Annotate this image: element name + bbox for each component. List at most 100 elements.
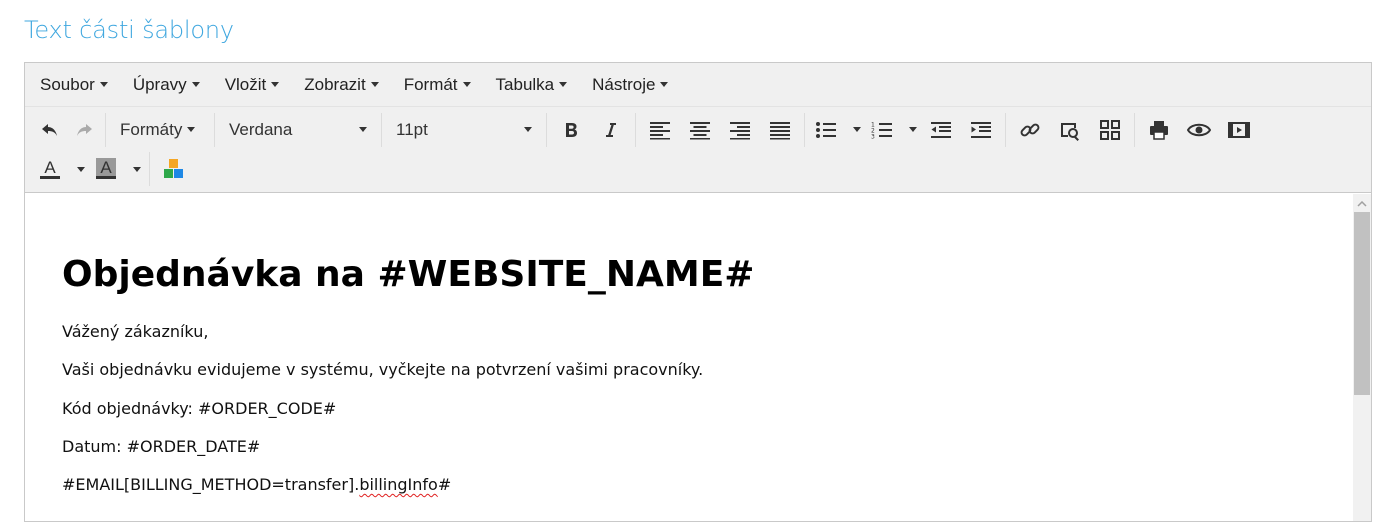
indent-button[interactable] — [961, 113, 1001, 147]
menu-upravy[interactable]: Úpravy — [124, 75, 209, 95]
section-title: Text části šablony — [24, 16, 234, 44]
outdent-button[interactable] — [921, 113, 961, 147]
paragraph-order-code: Kód objednávky: #ORDER_CODE# — [62, 399, 337, 418]
menu-soubor[interactable]: Soubor — [31, 75, 117, 95]
content-heading: Objednávka na #WEBSITE_NAME# — [62, 254, 755, 295]
redo-icon — [77, 123, 92, 136]
background-color-button[interactable]: A — [89, 152, 123, 186]
menu-nastroje-label: Nástroje — [592, 74, 656, 94]
align-justify-icon — [770, 121, 790, 139]
template-grid-icon — [1100, 119, 1120, 140]
paragraph-order-date: Datum: #ORDER_DATE# — [62, 437, 261, 456]
redo-button[interactable] — [67, 113, 101, 147]
paragraph-email-placeholder: #EMAIL[BILLING_METHOD=transfer].billingI… — [62, 475, 451, 494]
toolbar-separator — [546, 112, 547, 147]
align-left-button[interactable] — [640, 113, 680, 147]
misspelled-word: billingInfo — [359, 475, 438, 494]
editor-menubar: Soubor Úpravy Vložit Zobrazit Formát Tab… — [25, 63, 1371, 107]
text-color-options[interactable] — [67, 152, 89, 186]
chevron-down-icon — [524, 127, 532, 132]
printer-icon — [1150, 120, 1168, 140]
menu-tabulka-label: Tabulka — [495, 74, 555, 94]
menu-tabulka[interactable]: Tabulka — [487, 75, 577, 95]
menu-zobrazit-label: Zobrazit — [304, 74, 366, 94]
svg-text:3: 3 — [871, 133, 875, 140]
background-color-glyph: A — [100, 158, 112, 177]
align-center-icon — [690, 121, 710, 139]
numbered-list-button[interactable]: 123 — [865, 113, 899, 147]
toolbar-separator — [214, 112, 215, 147]
chevron-down-icon — [359, 127, 367, 132]
toolbar-separator — [804, 112, 805, 147]
toolbar-separator — [635, 112, 636, 147]
vertical-scrollbar[interactable] — [1353, 194, 1371, 521]
insert-template-button[interactable] — [1090, 113, 1130, 147]
rich-text-editor: Soubor Úpravy Vložit Zobrazit Formát Tab… — [24, 62, 1372, 522]
menu-upravy-label: Úpravy — [132, 74, 187, 94]
undo-button[interactable] — [33, 113, 67, 147]
bullet-list-options[interactable] — [843, 113, 865, 147]
bold-button[interactable] — [551, 113, 591, 147]
italic-button[interactable] — [591, 113, 631, 147]
insert-image-button[interactable] — [1050, 113, 1090, 147]
numbered-list-options[interactable] — [899, 113, 921, 147]
italic-icon — [606, 122, 616, 137]
chevron-down-icon — [99, 82, 108, 87]
text-color-button[interactable]: A — [33, 152, 67, 186]
chevron-down-icon — [559, 82, 568, 87]
toolbar-separator — [149, 152, 150, 186]
chevron-down-icon — [908, 127, 917, 132]
paragraph-info: Vaši objednávku evidujeme v systému, vyč… — [62, 360, 704, 379]
menu-format[interactable]: Formát — [395, 75, 480, 95]
text-color-swatch — [40, 176, 60, 179]
scrollbar-thumb[interactable] — [1354, 212, 1370, 395]
chevron-down-icon — [132, 166, 141, 172]
email-placeholder-suffix: # — [437, 475, 452, 494]
menu-vlozit[interactable]: Vložit — [216, 75, 289, 95]
chevron-down-icon — [660, 82, 669, 87]
font-size-value: 11pt — [396, 119, 428, 139]
chevron-down-icon — [271, 82, 280, 87]
preview-button[interactable] — [1179, 113, 1219, 147]
text-color-icon: A — [40, 158, 60, 179]
font-family-select[interactable]: Verdana — [219, 113, 377, 147]
background-color-options[interactable] — [123, 152, 145, 186]
bold-icon — [566, 122, 577, 137]
indent-icon — [971, 121, 991, 138]
align-center-button[interactable] — [680, 113, 720, 147]
blocks-icon — [164, 159, 183, 178]
bullet-list-icon — [816, 121, 836, 138]
formats-dropdown[interactable]: Formáty — [110, 113, 210, 147]
chevron-down-icon — [76, 166, 85, 172]
bullet-list-button[interactable] — [809, 113, 843, 147]
menu-nastroje[interactable]: Nástroje — [583, 75, 677, 95]
plugin-blocks-button[interactable] — [154, 152, 194, 186]
chevron-down-icon — [187, 127, 196, 132]
scroll-up-button[interactable] — [1353, 196, 1371, 212]
block-square — [164, 169, 173, 178]
block-square — [174, 169, 183, 178]
menu-zobrazit[interactable]: Zobrazit — [295, 75, 387, 95]
chevron-down-icon — [191, 82, 200, 87]
toolbar-separator — [1005, 112, 1006, 147]
insert-media-button[interactable] — [1219, 113, 1259, 147]
background-color-icon: A — [96, 158, 116, 179]
align-right-icon — [730, 121, 750, 139]
editor-toolbar: Formáty Verdana 11pt 1 2 3 A A — [25, 107, 1371, 193]
align-right-button[interactable] — [720, 113, 760, 147]
undo-icon — [42, 123, 57, 136]
print-button[interactable] — [1139, 113, 1179, 147]
text-color-glyph: A — [44, 158, 56, 177]
chevron-down-icon — [462, 82, 471, 87]
menu-vlozit-label: Vložit — [224, 74, 267, 94]
numbered-list-icon: 123 — [871, 121, 892, 140]
toolbar-row-2: A A — [25, 152, 1371, 192]
insert-link-button[interactable] — [1010, 113, 1050, 147]
toolbar-row-1: Formáty Verdana 11pt 1 2 3 — [25, 107, 1371, 152]
editor-content-area[interactable]: Objednávka na #WEBSITE_NAME# Vážený záka… — [25, 194, 1353, 521]
align-justify-button[interactable] — [760, 113, 800, 147]
font-size-select[interactable]: 11pt — [386, 113, 542, 147]
image-search-icon — [1061, 122, 1079, 141]
toolbar-separator — [381, 112, 382, 147]
block-square — [169, 159, 178, 168]
